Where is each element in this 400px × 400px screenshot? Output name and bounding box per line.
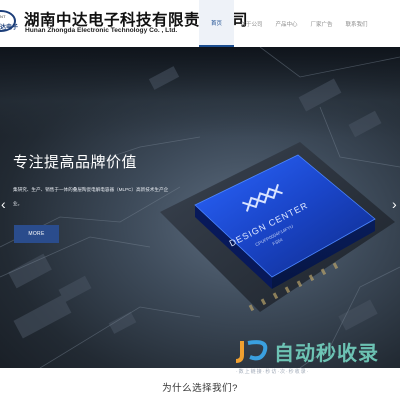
hero-title: 专注提高品牌价值 <box>13 154 138 171</box>
section-title: 为什么选择我们? <box>162 383 238 394</box>
site-header: NT 达电子 湖南中达电子科技有限责任公司 Hunan Zhongda Elec… <box>0 0 400 47</box>
hero-description: 集研究、生产、销售于一体的叠层陶瓷电解电容器（MLPC）高新技术生产企业。 <box>13 187 169 206</box>
main-nav: 首页 关于公司 产品中心 厂家广告 联系我们 <box>199 0 374 47</box>
nav-item-contact[interactable]: 联系我们 <box>339 0 374 47</box>
nav-item-about[interactable]: 关于公司 <box>234 0 269 47</box>
company-logo[interactable]: NT 达电子 <box>0 10 22 32</box>
logo-en-fragment: NT <box>0 14 6 19</box>
more-button[interactable]: MORE <box>14 225 59 243</box>
nav-item-ads[interactable]: 厂家广告 <box>304 0 339 47</box>
chevron-right-icon[interactable]: › <box>392 197 397 211</box>
hero-banner: DESIGN CENTER CPUFP0004F14FYU FS64 专注提高品… <box>0 47 400 368</box>
company-name-en: Hunan Zhongda Electronic Technology Co. … <box>25 27 178 34</box>
watermark-logo-icon <box>235 340 268 363</box>
watermark-subtitle: ·数上链接·秒访·次·秒收录· <box>236 369 310 375</box>
watermark: 自动秒收录 ·数上链接·秒访·次·秒收录· <box>230 332 390 380</box>
chevron-left-icon[interactable]: ‹ <box>1 197 6 211</box>
watermark-title: 自动秒收录 <box>274 343 379 365</box>
logo-cn-fragment: 达电子 <box>0 25 19 31</box>
nav-item-products[interactable]: 产品中心 <box>269 0 304 47</box>
nav-item-home[interactable]: 首页 <box>199 0 234 47</box>
